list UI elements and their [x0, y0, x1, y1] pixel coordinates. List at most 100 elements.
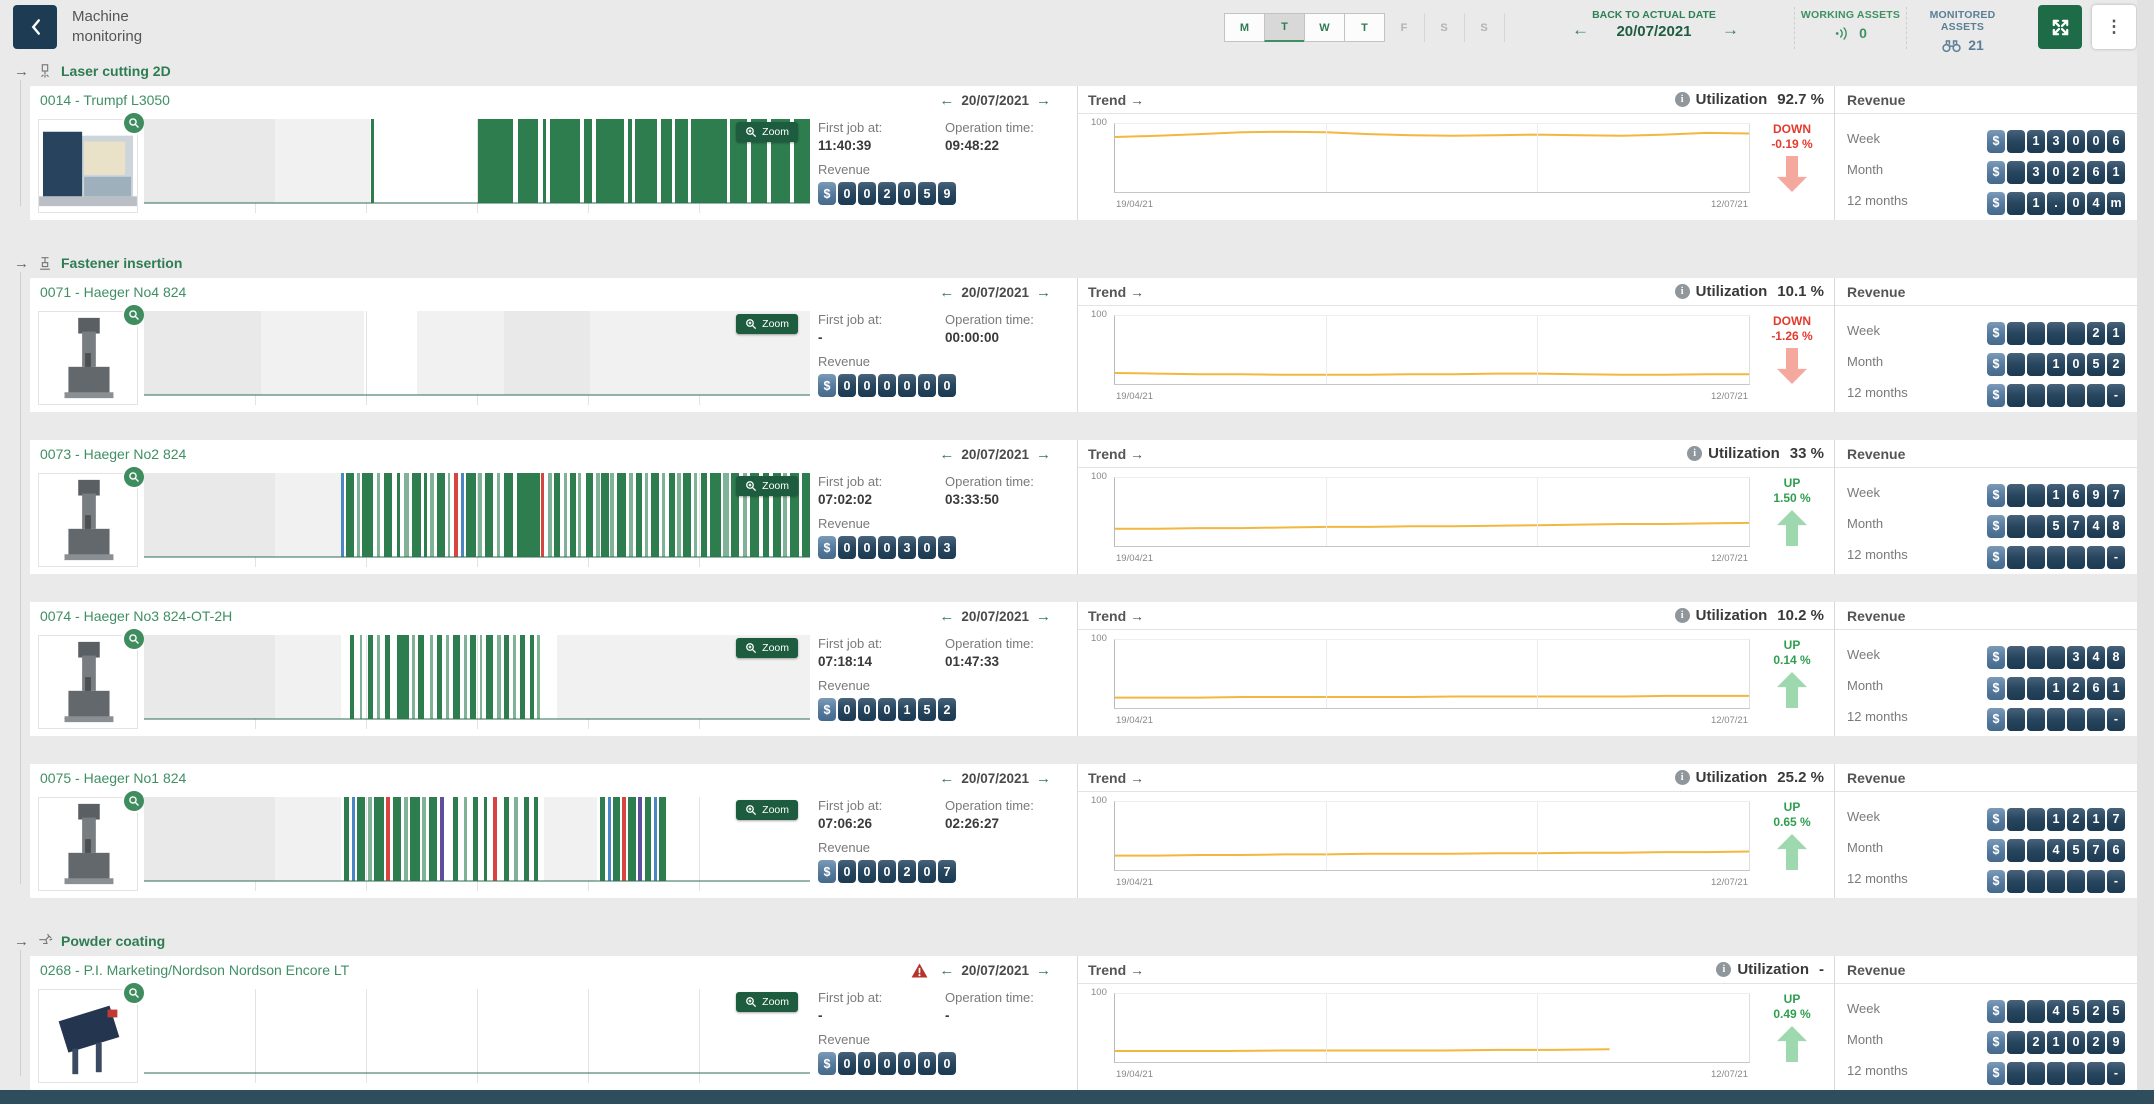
job-timeline[interactable]: Zoom — [144, 119, 810, 213]
next-day-arrow[interactable]: → — [1036, 770, 1051, 787]
machine-photo[interactable] — [38, 635, 138, 729]
machine-photo[interactable] — [38, 473, 138, 567]
machine-info: First job at:-Operation time:00:00:00Rev… — [818, 312, 1075, 397]
previous-day-arrow[interactable]: ← — [939, 770, 954, 787]
revenue-row: Month$1261 — [1847, 670, 2125, 701]
previous-day-arrow[interactable]: ← — [939, 284, 954, 301]
magnifier-badge-icon[interactable] — [122, 789, 146, 813]
revenue-counter: $1.04m — [1987, 192, 2125, 215]
timeline-job-block — [466, 473, 475, 557]
first-job-label: First job at: — [818, 474, 945, 489]
chart-gridline — [1326, 478, 1327, 546]
magnifier-badge-icon[interactable] — [122, 465, 146, 489]
info-icon[interactable]: i — [1675, 284, 1690, 299]
machine-card: 0075 - Haeger No1 824←20/07/2021→ZoomFir… — [30, 764, 2137, 898]
machine-name-link[interactable]: 0071 - Haeger No4 824 — [40, 284, 186, 300]
trend-header: Trend →iUtilization25.2 % — [1078, 764, 1834, 792]
magnifier-badge-icon[interactable] — [122, 111, 146, 135]
machine-photo[interactable] — [38, 797, 138, 891]
next-day-arrow[interactable]: → — [1036, 962, 1051, 979]
menu-button[interactable]: ⋮ — [2092, 5, 2136, 49]
job-timeline[interactable]: Zoom — [144, 311, 810, 405]
digit-box — [2047, 646, 2065, 669]
digit-box: 1 — [898, 698, 916, 721]
magnifier-badge-icon[interactable] — [122, 981, 146, 1005]
magnifier-badge-icon[interactable] — [122, 627, 146, 651]
trend-link[interactable]: Trend → — [1088, 770, 1144, 786]
back-to-actual-date[interactable]: BACK TO ACTUAL DATE 20/07/2021 — [1592, 9, 1716, 40]
machine-name-link[interactable]: 0074 - Haeger No3 824-OT-2H — [40, 608, 232, 624]
dollar-box: $ — [818, 860, 836, 883]
job-timeline[interactable]: Zoom — [144, 635, 810, 729]
digit-box: 1 — [2107, 322, 2125, 345]
trend-link[interactable]: Trend → — [1088, 284, 1144, 300]
machine-name-link[interactable]: 0075 - Haeger No1 824 — [40, 770, 186, 786]
job-timeline[interactable]: Zoom — [144, 473, 810, 567]
day-button-0[interactable]: M — [1224, 13, 1265, 42]
magnifier-badge-icon[interactable] — [122, 303, 146, 327]
trend-link[interactable]: Trend → — [1088, 962, 1144, 978]
info-icon[interactable]: i — [1675, 92, 1690, 107]
operation-time-block: Operation time:00:00:00 — [945, 312, 1075, 345]
machine-name-link[interactable]: 0268 - P.I. Marketing/Nordson Nordson En… — [40, 962, 349, 978]
trend-line — [1115, 802, 1749, 870]
machine-name-link[interactable]: 0014 - Trumpf L3050 — [40, 92, 170, 108]
previous-day-arrow[interactable]: ← — [1572, 20, 1589, 40]
fullscreen-button[interactable] — [2038, 5, 2082, 49]
dollar-box: $ — [1987, 839, 2005, 862]
machine-name-link[interactable]: 0073 - Haeger No2 824 — [40, 446, 186, 462]
digit-box: 1 — [2047, 677, 2065, 700]
machine-photo[interactable] — [38, 311, 138, 405]
info-icon[interactable]: i — [1675, 608, 1690, 623]
trend-link[interactable]: Trend → — [1088, 92, 1144, 108]
day-button-1[interactable]: T — [1264, 13, 1305, 42]
trend-link[interactable]: Trend → — [1088, 446, 1144, 462]
zoom-button[interactable]: Zoom — [736, 638, 798, 658]
next-day-arrow[interactable]: → — [1722, 20, 1739, 40]
revenue-counter: $21029 — [1987, 1031, 2125, 1054]
previous-day-arrow[interactable]: ← — [939, 962, 954, 979]
zoom-button[interactable]: Zoom — [736, 800, 798, 820]
digit-box: m — [2107, 192, 2125, 215]
previous-day-arrow[interactable]: ← — [939, 92, 954, 109]
previous-day-arrow[interactable]: ← — [939, 608, 954, 625]
info-icon[interactable]: i — [1716, 962, 1731, 977]
machine-sections: →Laser cutting 2D0014 - Trumpf L3050←20/… — [0, 56, 2154, 1090]
timeline-job-block — [144, 635, 275, 719]
timeline-job-block — [596, 473, 600, 557]
chevron-left-icon — [30, 18, 41, 36]
revenue-row: 12 months$- — [1847, 539, 2125, 570]
scrollbar-track[interactable] — [2137, 0, 2154, 1090]
info-icon[interactable]: i — [1687, 446, 1702, 461]
zoom-button[interactable]: Zoom — [736, 992, 798, 1012]
digit-box: 0 — [878, 698, 896, 721]
machine-photo[interactable] — [38, 989, 138, 1083]
machine-photo[interactable] — [38, 119, 138, 213]
bottom-scrollbar[interactable] — [0, 1090, 2154, 1104]
job-timeline[interactable]: Zoom — [144, 797, 810, 891]
previous-day-arrow[interactable]: ← — [939, 446, 954, 463]
job-timeline[interactable]: Zoom — [144, 989, 810, 1083]
day-button-3[interactable]: T — [1344, 13, 1385, 42]
next-day-arrow[interactable]: → — [1036, 446, 1051, 463]
zoom-button[interactable]: Zoom — [736, 314, 798, 334]
machine-name-row: 0073 - Haeger No2 824 — [30, 440, 1077, 468]
digit-box: 0 — [2047, 161, 2065, 184]
zoom-button[interactable]: Zoom — [736, 122, 798, 142]
next-day-arrow[interactable]: → — [1036, 608, 1051, 625]
zoom-button[interactable]: Zoom — [736, 476, 798, 496]
timeline-job-block — [470, 635, 475, 719]
back-button[interactable] — [13, 5, 57, 49]
info-icon[interactable]: i — [1675, 770, 1690, 785]
operation-time-label: Operation time: — [945, 798, 1075, 813]
revenue-header: Revenue — [1835, 956, 2137, 984]
revenue-row: Month$30261 — [1847, 154, 2125, 185]
zoom-button-label: Zoom — [762, 318, 789, 330]
day-button-2[interactable]: W — [1304, 13, 1345, 42]
trend-percent: 0.14 % — [1760, 653, 1824, 667]
utilization-label: Utilization — [1737, 961, 1809, 978]
trend-link[interactable]: Trend → — [1088, 608, 1144, 624]
next-day-arrow[interactable]: → — [1036, 284, 1051, 301]
revenue-counter: $348 — [1987, 646, 2125, 669]
next-day-arrow[interactable]: → — [1036, 92, 1051, 109]
